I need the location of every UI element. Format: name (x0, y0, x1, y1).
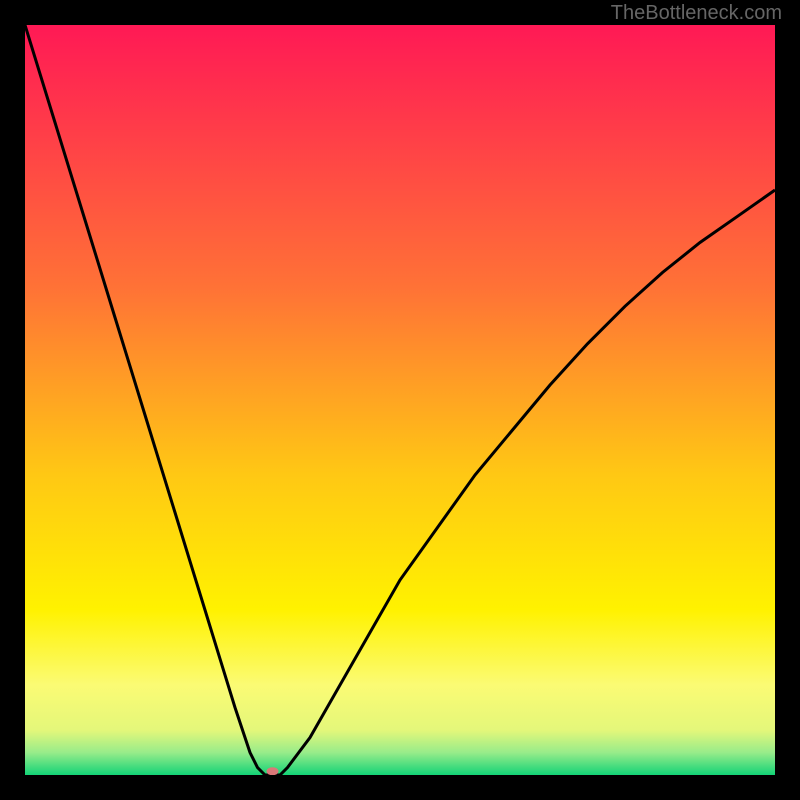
chart-svg (25, 25, 775, 775)
watermark-text: TheBottleneck.com (611, 2, 782, 25)
chart-background (25, 25, 775, 775)
optimal-point-marker (267, 767, 279, 775)
chart-container (25, 25, 775, 775)
